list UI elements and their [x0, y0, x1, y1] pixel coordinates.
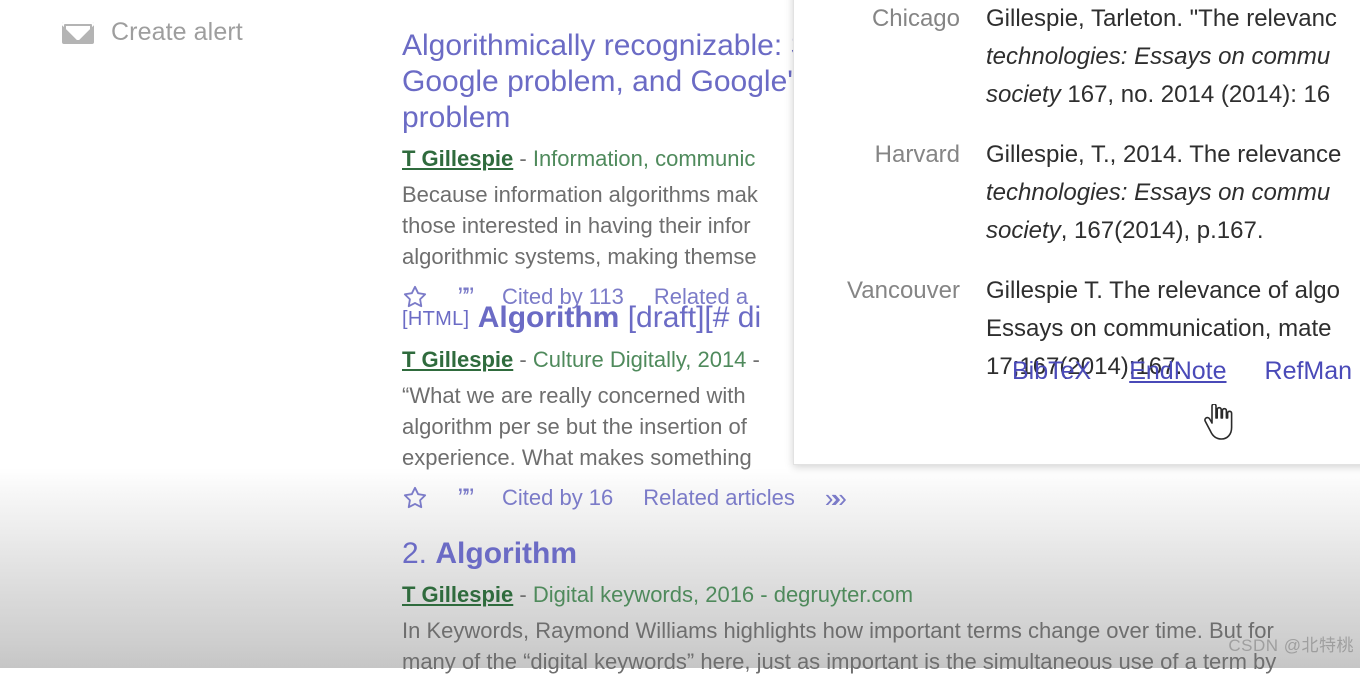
- search-result-item: 2. Algorithm T Gillespie - Digital keywo…: [402, 536, 1360, 677]
- envelope-icon: [62, 21, 94, 44]
- result-number-prefix: 2.: [402, 537, 428, 570]
- result-title-bold: Algorithm: [477, 301, 620, 334]
- citation-line-3-rest: 167, no. 2014 (2014): 16: [1060, 81, 1331, 108]
- result-title-rest: [draft][# di: [627, 301, 762, 334]
- star-icon[interactable]: [402, 485, 428, 511]
- create-alert-button[interactable]: Create alert: [62, 18, 243, 47]
- citation-style-label: Vancouver: [847, 277, 960, 304]
- citation-line-1: Gillespie, T., 2014. The relevance: [986, 141, 1342, 168]
- result-title-link[interactable]: 2. Algorithm: [402, 536, 1360, 572]
- refman-link[interactable]: RefMan: [1265, 357, 1353, 386]
- result-venue: Information, communic: [532, 146, 756, 171]
- result-venue: Culture Digitally, 2014: [532, 347, 747, 372]
- author-link[interactable]: T Gillespie: [402, 146, 513, 171]
- result-title-bold: Algorithm: [435, 537, 578, 570]
- double-chevron-icon[interactable]: »»: [825, 485, 847, 511]
- citation-row: Chicago Gillespie, Tarleton. "The releva…: [794, 0, 1360, 114]
- citation-line-2: technologies: Essays on commu: [986, 179, 1331, 206]
- citation-line-3-italic: society: [986, 217, 1061, 244]
- page-root: Create alert Algorithmically recognizabl…: [0, 0, 1360, 674]
- citation-line-1: Gillespie T. The relevance of algo: [986, 277, 1340, 304]
- related-articles-link[interactable]: Related articles: [643, 485, 795, 511]
- citation-text[interactable]: Gillespie, Tarleton. "The relevanc techn…: [986, 0, 1337, 114]
- result-snippet-line: In Keywords, Raymond Williams highlights…: [402, 618, 1274, 643]
- export-links-row: BibTeX EndNote RefMan: [1012, 357, 1352, 386]
- cite-popup: Chicago Gillespie, Tarleton. "The releva…: [793, 0, 1360, 465]
- sidebar-alert-rail: Create alert: [0, 0, 400, 60]
- citation-text[interactable]: Gillespie, T., 2014. The relevance techn…: [986, 136, 1341, 250]
- endnote-link[interactable]: EndNote: [1129, 357, 1226, 386]
- citation-line-2: Essays on communication, mate: [986, 315, 1332, 342]
- result-snippet-line: many of the “digital keywords” here, jus…: [402, 649, 1277, 674]
- citation-style-label: Harvard: [874, 141, 960, 168]
- result-actions: ”” Cited by 16 Related articles »»: [402, 485, 1360, 512]
- citation-styles-table: Chicago Gillespie, Tarleton. "The releva…: [794, 0, 1360, 408]
- citation-row: Harvard Gillespie, T., 2014. The relevan…: [794, 136, 1360, 250]
- citation-line-1: Gillespie, Tarleton. "The relevanc: [986, 5, 1337, 32]
- bibtex-link[interactable]: BibTeX: [1012, 357, 1091, 386]
- citation-line-3-italic: society: [986, 81, 1061, 108]
- result-meta: T Gillespie - Digital keywords, 2016 - d…: [402, 582, 914, 607]
- citation-line-3-rest: , 167(2014), p.167.: [1060, 217, 1264, 244]
- result-type-tag: [HTML]: [402, 308, 470, 330]
- create-alert-label: Create alert: [111, 18, 243, 46]
- watermark-text: CSDN @北特桃: [1228, 636, 1354, 655]
- author-link[interactable]: T Gillespie: [402, 582, 513, 607]
- cited-by-link[interactable]: Cited by 16: [502, 485, 613, 511]
- result-venue: Digital keywords, 2016 - degruyter.com: [532, 582, 914, 607]
- citation-style-label: Chicago: [871, 5, 960, 32]
- quote-icon[interactable]: ””: [458, 485, 474, 512]
- citation-line-2: technologies: Essays on commu: [986, 43, 1331, 70]
- author-link[interactable]: T Gillespie: [402, 347, 513, 372]
